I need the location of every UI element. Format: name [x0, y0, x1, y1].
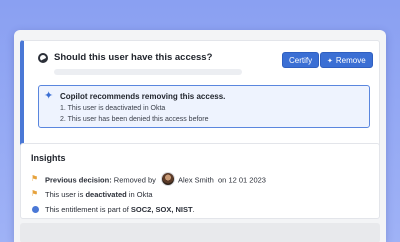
entitlement-suffix: . [192, 205, 195, 214]
loading-placeholder [54, 69, 242, 75]
avatar [160, 172, 175, 186]
entitlement-prefix: This entitlement is part of [45, 205, 129, 214]
copilot-reason: 2. This user has been denied this access… [60, 116, 209, 123]
copilot-recommendation: ✦ Copilot recommends removing this acces… [38, 85, 370, 128]
previous-decision-text: Removed by [113, 175, 156, 185]
copilot-sparkle-icon: ✦ [44, 90, 54, 102]
insights-title: Insights [31, 153, 66, 163]
status-state: deactivated [85, 190, 127, 199]
insights-card: Insights ⚑ Previous decision: Removed by… [20, 143, 380, 219]
remove-button[interactable]: ✦ Remove [320, 52, 373, 68]
copilot-title: Copilot recommends removing this access. [60, 92, 226, 101]
decision-date: on 12 01 2023 [218, 175, 266, 185]
copilot-reason: 1. This user is deactivated in Okta [60, 105, 166, 112]
flag-icon: ⚑ [31, 189, 39, 198]
status-prefix: This user is [45, 190, 84, 199]
access-review-window: Should this user have this access? Certi… [14, 30, 386, 242]
info-dot-icon [31, 204, 39, 214]
certify-button[interactable]: Certify [282, 52, 320, 68]
remove-button-label: Remove [335, 56, 366, 65]
entitlement-frameworks: SOC2, SOX, NIST [130, 205, 193, 214]
flag-icon: ⚑ [31, 174, 39, 183]
wand-icon: ✦ [327, 58, 333, 65]
next-card-placeholder [20, 223, 380, 242]
status-suffix: in Okta [128, 190, 153, 199]
question-icon [38, 53, 48, 63]
question-title: Should this user have this access? [54, 52, 213, 63]
previous-decision-label: Previous decision: [45, 175, 112, 185]
decision-user[interactable]: Alex Smith [178, 175, 214, 184]
